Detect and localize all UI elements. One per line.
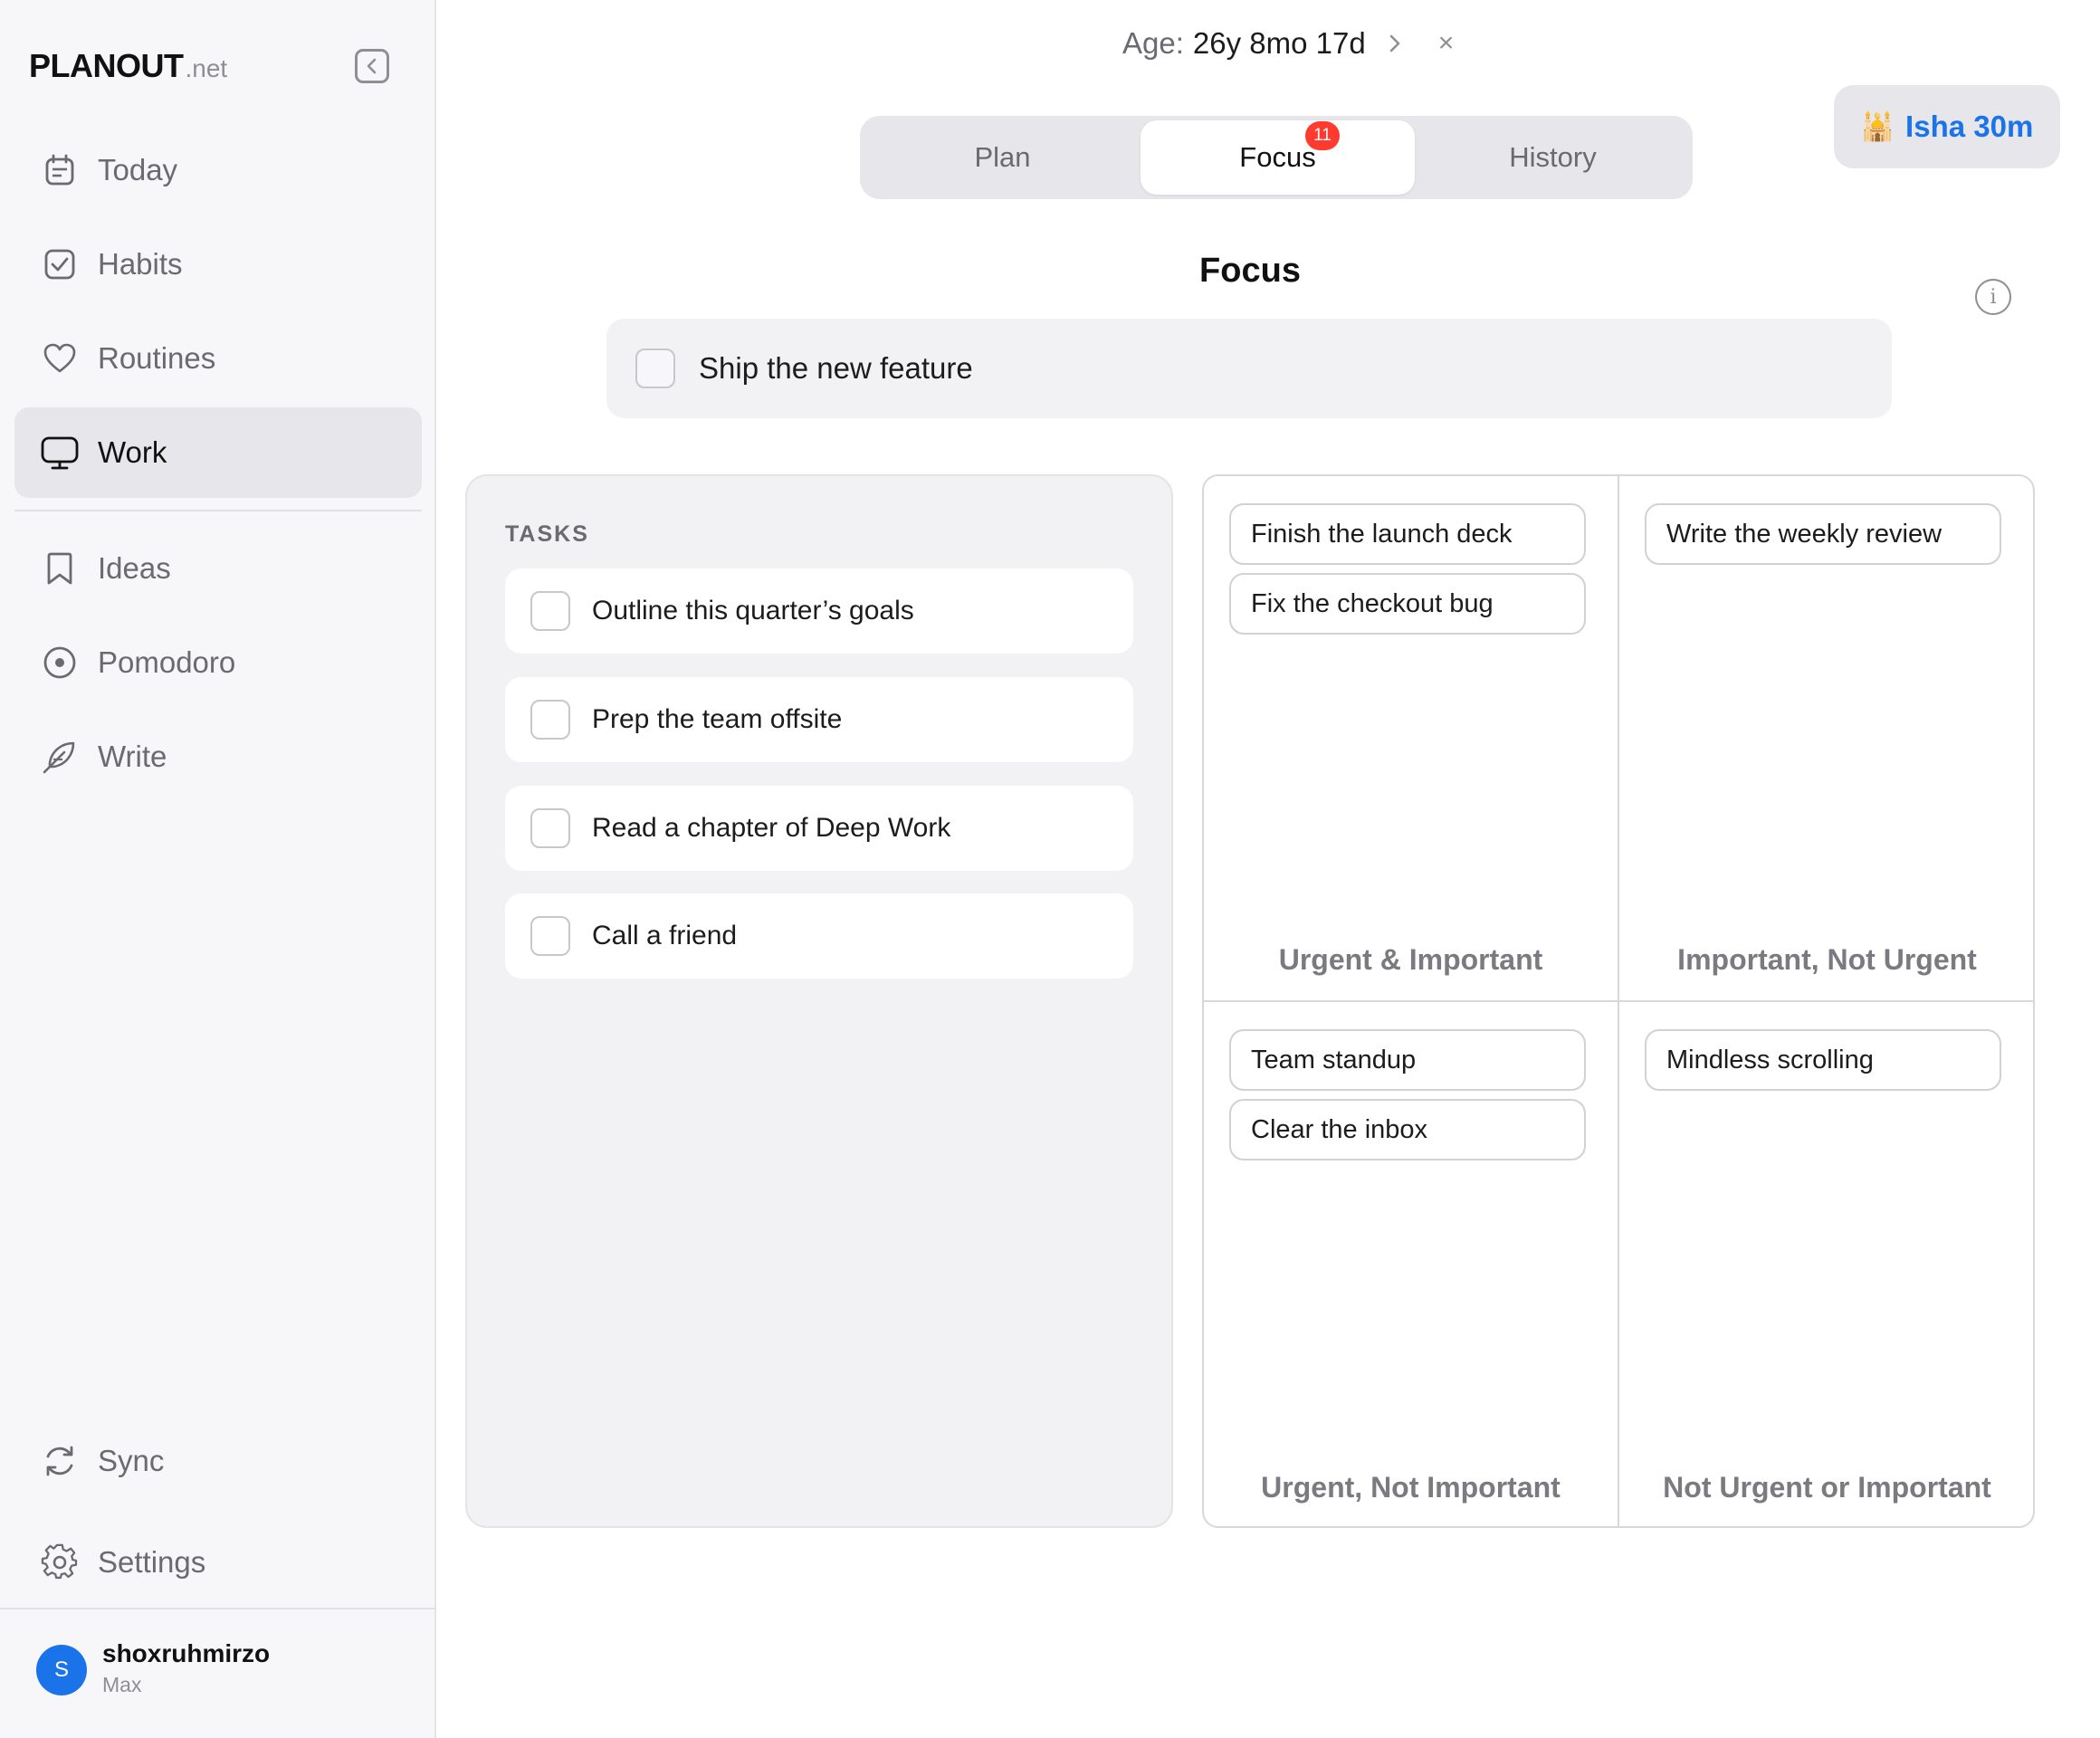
- bookmark-icon: [40, 549, 80, 588]
- age-bar: Age: 26y 8mo 17d ×: [1122, 22, 1454, 65]
- matrix-task-chip[interactable]: Mindless scrolling: [1645, 1029, 2001, 1091]
- feather-icon: [40, 737, 80, 777]
- brand-name: PLANOUT: [29, 47, 184, 84]
- nav-label: Routines: [98, 341, 216, 375]
- task-text: Outline this quarter’s goals: [592, 596, 914, 625]
- focus-count-badge: 11: [1305, 121, 1340, 150]
- page-title: Focus: [1199, 252, 1301, 290]
- nav-item-sync[interactable]: Sync: [14, 1416, 422, 1506]
- matrix-task-chip[interactable]: Clear the inbox: [1229, 1099, 1586, 1160]
- nav-item-write[interactable]: Write: [14, 711, 422, 802]
- task-checkbox[interactable]: [530, 808, 570, 848]
- info-icon[interactable]: i: [1975, 279, 2011, 315]
- nav-label: Settings: [98, 1545, 206, 1579]
- close-icon[interactable]: ×: [1438, 28, 1455, 59]
- age-value: 26y 8mo 17d: [1192, 26, 1366, 60]
- nav-label: Write: [98, 740, 167, 773]
- brand-suffix: .net: [185, 54, 228, 82]
- matrix-task-chip[interactable]: Fix the checkout bug: [1229, 573, 1586, 635]
- matrix-task-chip[interactable]: Team standup: [1229, 1029, 1586, 1091]
- tasks-panel: TASKS Outline this quarter’s goals Prep …: [465, 474, 1173, 1528]
- chevron-left-icon: [367, 58, 377, 74]
- age-prefix: Age:: [1122, 26, 1184, 60]
- sync-icon: [40, 1441, 80, 1481]
- focus-checkbox[interactable]: [635, 349, 675, 388]
- nav-label: Work: [98, 435, 167, 469]
- task-row[interactable]: Call a friend: [505, 893, 1133, 979]
- focus-item-text: Ship the new feature: [699, 351, 973, 385]
- nav-item-ideas[interactable]: Ideas: [14, 523, 422, 614]
- heart-icon: [40, 339, 80, 378]
- quadrant-urgent-important[interactable]: Finish the launch deck Fix the checkout …: [1204, 476, 1619, 1002]
- task-checkbox[interactable]: [530, 591, 570, 631]
- collapse-sidebar-button[interactable]: [355, 49, 389, 83]
- view-tabs: Plan Focus History: [860, 116, 1693, 199]
- chevron-right-icon[interactable]: [1388, 30, 1408, 57]
- nav-label: Pomodoro: [98, 645, 236, 679]
- tab-history[interactable]: History: [1416, 120, 1690, 195]
- nav-item-routines[interactable]: Routines: [14, 313, 422, 404]
- nav-item-work[interactable]: Work: [14, 407, 422, 498]
- user-plan: Max: [102, 1673, 142, 1696]
- prayer-label: Isha 30m: [1905, 110, 2034, 143]
- nav-label: Today: [98, 153, 178, 186]
- checkbox-icon: [40, 244, 80, 284]
- task-text: Read a chapter of Deep Work: [592, 813, 951, 843]
- tab-focus[interactable]: Focus: [1141, 120, 1415, 195]
- nav-divider: [14, 510, 422, 511]
- brand-logo[interactable]: PLANOUT .net: [29, 47, 227, 89]
- quadrant-urgent-not-important[interactable]: Team standup Clear the inbox Urgent, Not…: [1204, 1002, 1619, 1526]
- quadrant-label: Important, Not Urgent: [1677, 943, 1977, 976]
- tab-plan[interactable]: Plan: [865, 120, 1140, 195]
- matrix-task-chip[interactable]: Write the weekly review: [1645, 503, 2001, 565]
- matrix-task-chip[interactable]: Finish the launch deck: [1229, 503, 1586, 565]
- monitor-icon: [40, 433, 80, 473]
- gear-icon: [40, 1542, 80, 1582]
- user-name[interactable]: shoxruhmirzo: [102, 1639, 270, 1668]
- quadrant-label: Not Urgent or Important: [1663, 1471, 1991, 1504]
- nav-item-settings[interactable]: Settings: [14, 1517, 422, 1608]
- nav-label: Habits: [98, 247, 183, 281]
- quadrant-not-urgent-not-important[interactable]: Mindless scrolling Not Urgent or Importa…: [1619, 1002, 2033, 1526]
- tasks-heading: TASKS: [505, 521, 589, 547]
- calendar-icon: [40, 150, 80, 190]
- prayer-time-button[interactable]: 🕌 Isha 30m: [1834, 85, 2060, 168]
- focus-item[interactable]: Ship the new feature: [606, 319, 1892, 418]
- task-text: Prep the team offsite: [592, 704, 843, 734]
- target-icon: [40, 643, 80, 683]
- nav-item-habits[interactable]: Habits: [14, 219, 422, 310]
- eisenhower-matrix: Finish the launch deck Fix the checkout …: [1202, 474, 2035, 1528]
- mosque-icon: 🕌: [1860, 111, 1895, 142]
- quadrant-label: Urgent & Important: [1278, 943, 1543, 976]
- nav-label: Ideas: [98, 551, 171, 585]
- nav-item-today[interactable]: Today: [14, 125, 422, 215]
- task-row[interactable]: Read a chapter of Deep Work: [505, 786, 1133, 871]
- task-checkbox[interactable]: [530, 700, 570, 740]
- sidebar: PLANOUT .net Today Habits Routines Work …: [0, 0, 436, 1738]
- task-row[interactable]: Outline this quarter’s goals: [505, 568, 1133, 654]
- task-checkbox[interactable]: [530, 916, 570, 956]
- user-divider: [0, 1608, 436, 1609]
- quadrant-important-not-urgent[interactable]: Write the weekly review Important, Not U…: [1619, 476, 2033, 1002]
- quadrant-label: Urgent, Not Important: [1261, 1471, 1561, 1504]
- avatar[interactable]: S: [36, 1645, 87, 1695]
- task-text: Call a friend: [592, 921, 738, 950]
- nav-label: Sync: [98, 1444, 165, 1477]
- task-row[interactable]: Prep the team offsite: [505, 677, 1133, 762]
- nav-item-pomodoro[interactable]: Pomodoro: [14, 617, 422, 708]
